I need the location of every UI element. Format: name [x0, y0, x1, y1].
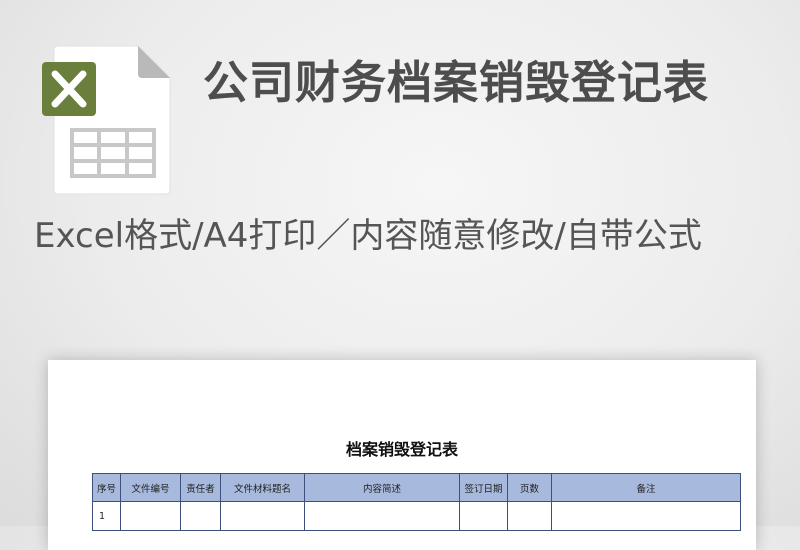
- column-header: 责任者: [180, 473, 221, 502]
- table-cell: [507, 501, 552, 531]
- column-header: 签订日期: [459, 473, 508, 502]
- table-cell: 1: [92, 501, 121, 531]
- document-preview: 档案销毁登记表 序号 文件编号 责任者 文件材料题名 内容简述 签订日期 页数 …: [48, 360, 756, 550]
- column-header: 文件编号: [120, 473, 181, 502]
- table-cell: [120, 501, 181, 531]
- table-row: 1: [92, 501, 741, 531]
- column-header: 文件材料题名: [220, 473, 305, 502]
- excel-file-icon: [40, 44, 172, 196]
- hero-subtitle: Excel格式/A4打印／内容随意修改/自带公式: [34, 216, 702, 256]
- column-header: 内容简述: [304, 473, 460, 502]
- table-cell: [180, 501, 221, 531]
- column-header: 备注: [551, 473, 741, 502]
- hero-title: 公司财务档案销毁登记表: [203, 56, 710, 109]
- table-header-row: 序号 文件编号 责任者 文件材料题名 内容简述 签订日期 页数 备注: [92, 473, 741, 502]
- table-cell: [304, 501, 460, 531]
- table-cell: [220, 501, 305, 531]
- document-title: 档案销毁登记表: [345, 440, 458, 459]
- table-cell: [459, 501, 508, 531]
- column-header: 序号: [92, 473, 121, 502]
- column-header: 页数: [507, 473, 552, 502]
- destruction-register-table: 序号 文件编号 责任者 文件材料题名 内容简述 签订日期 页数 备注 1: [92, 473, 741, 531]
- table-cell: [551, 501, 741, 531]
